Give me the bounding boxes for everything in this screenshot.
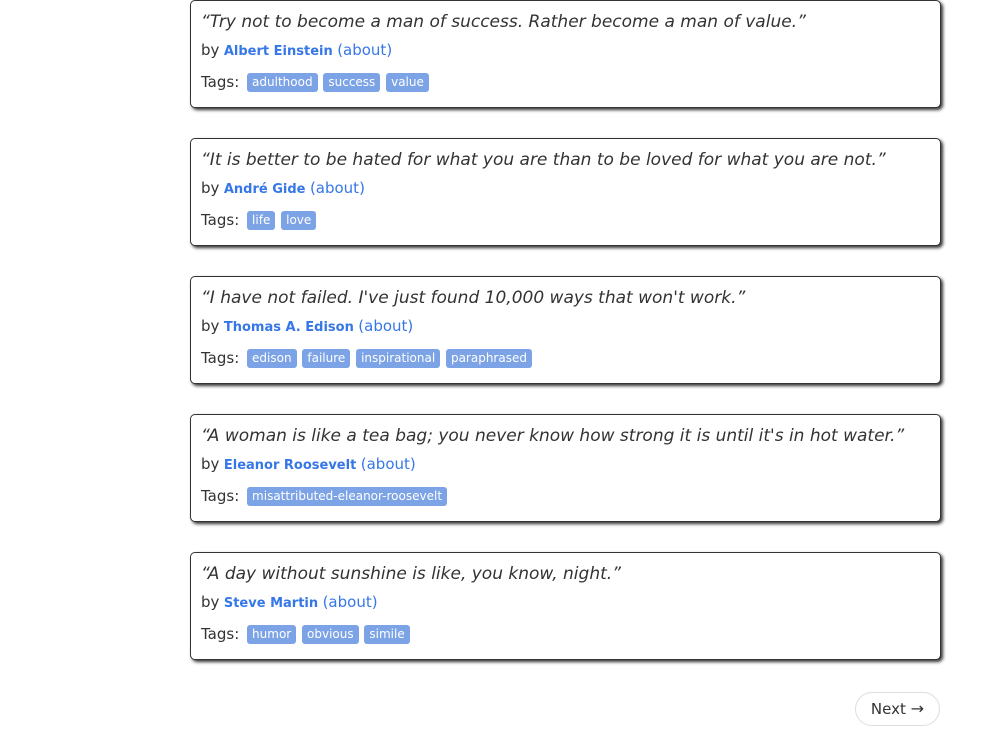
quote-card: “It is better to be hated for what you a…	[190, 138, 941, 246]
tag-link[interactable]: life	[247, 211, 276, 230]
quote-byline: by Eleanor Roosevelt (about)	[201, 454, 930, 476]
by-label: by	[201, 179, 220, 197]
tag-link[interactable]: obvious	[302, 625, 359, 644]
tag-link[interactable]: adulthood	[247, 73, 318, 92]
about-link[interactable]: (about)	[337, 41, 392, 59]
author-name: Albert Einstein	[223, 44, 333, 59]
about-link[interactable]: (about)	[323, 593, 378, 611]
author-name: Eleanor Roosevelt	[223, 458, 357, 473]
quote-card: “A day without sunshine is like, you kno…	[190, 552, 941, 660]
quote-byline: by Steve Martin (about)	[201, 592, 930, 614]
tags-row: Tags: misattributed-eleanor-roosevelt	[201, 486, 930, 506]
author-name: Thomas A. Edison	[223, 320, 354, 335]
tag-link[interactable]: paraphrased	[445, 349, 532, 368]
by-label: by	[201, 455, 220, 473]
tag-link[interactable]: love	[281, 211, 317, 230]
tags-label: Tags:	[201, 211, 240, 229]
tag-link[interactable]: inspirational	[356, 349, 441, 368]
quote-text: “A woman is like a tea bag; you never kn…	[201, 426, 905, 446]
tag-link[interactable]: humor	[247, 625, 297, 644]
quote-card: “Try not to become a man of success. Rat…	[190, 0, 941, 108]
tag-link[interactable]: failure	[302, 349, 351, 368]
next-page-button[interactable]: Next →	[855, 692, 940, 726]
about-link[interactable]: (about)	[361, 455, 416, 473]
tags-label: Tags:	[201, 625, 240, 643]
about-link[interactable]: (about)	[358, 317, 413, 335]
page: “Try not to become a man of success. Rat…	[0, 0, 997, 741]
arrow-right-icon: →	[910, 699, 925, 718]
next-label: Next	[870, 700, 906, 718]
by-label: by	[201, 41, 220, 59]
quote-list: “Try not to become a man of success. Rat…	[190, 0, 941, 690]
tag-link[interactable]: edison	[247, 349, 297, 368]
quote-byline: by Albert Einstein (about)	[201, 40, 930, 62]
quote-card: “A woman is like a tea bag; you never kn…	[190, 414, 941, 522]
tags-row: Tags: humor obvious simile	[201, 624, 930, 644]
tag-link[interactable]: misattributed-eleanor-roosevelt	[247, 487, 448, 506]
quote-byline: by André Gide (about)	[201, 178, 930, 200]
quote-card: “I have not failed. I've just found 10,0…	[190, 276, 941, 384]
quote-byline: by Thomas A. Edison (about)	[201, 316, 930, 338]
tag-link[interactable]: success	[323, 73, 381, 92]
tags-row: Tags: life love	[201, 210, 930, 230]
by-label: by	[201, 317, 220, 335]
tag-link[interactable]: value	[386, 73, 429, 92]
by-label: by	[201, 593, 220, 611]
tags-label: Tags:	[201, 349, 240, 367]
quote-text: “I have not failed. I've just found 10,0…	[201, 288, 746, 308]
tags-label: Tags:	[201, 487, 240, 505]
quote-text: “A day without sunshine is like, you kno…	[201, 564, 621, 584]
tags-row: Tags: adulthood success value	[201, 72, 930, 92]
tags-label: Tags:	[201, 73, 240, 91]
quote-text: “Try not to become a man of success. Rat…	[201, 12, 806, 32]
author-name: Steve Martin	[223, 596, 319, 611]
quote-text: “It is better to be hated for what you a…	[201, 150, 886, 170]
author-name: André Gide	[223, 182, 306, 197]
tag-link[interactable]: simile	[364, 625, 410, 644]
about-link[interactable]: (about)	[310, 179, 365, 197]
tags-row: Tags: edison failure inspirational parap…	[201, 348, 930, 368]
